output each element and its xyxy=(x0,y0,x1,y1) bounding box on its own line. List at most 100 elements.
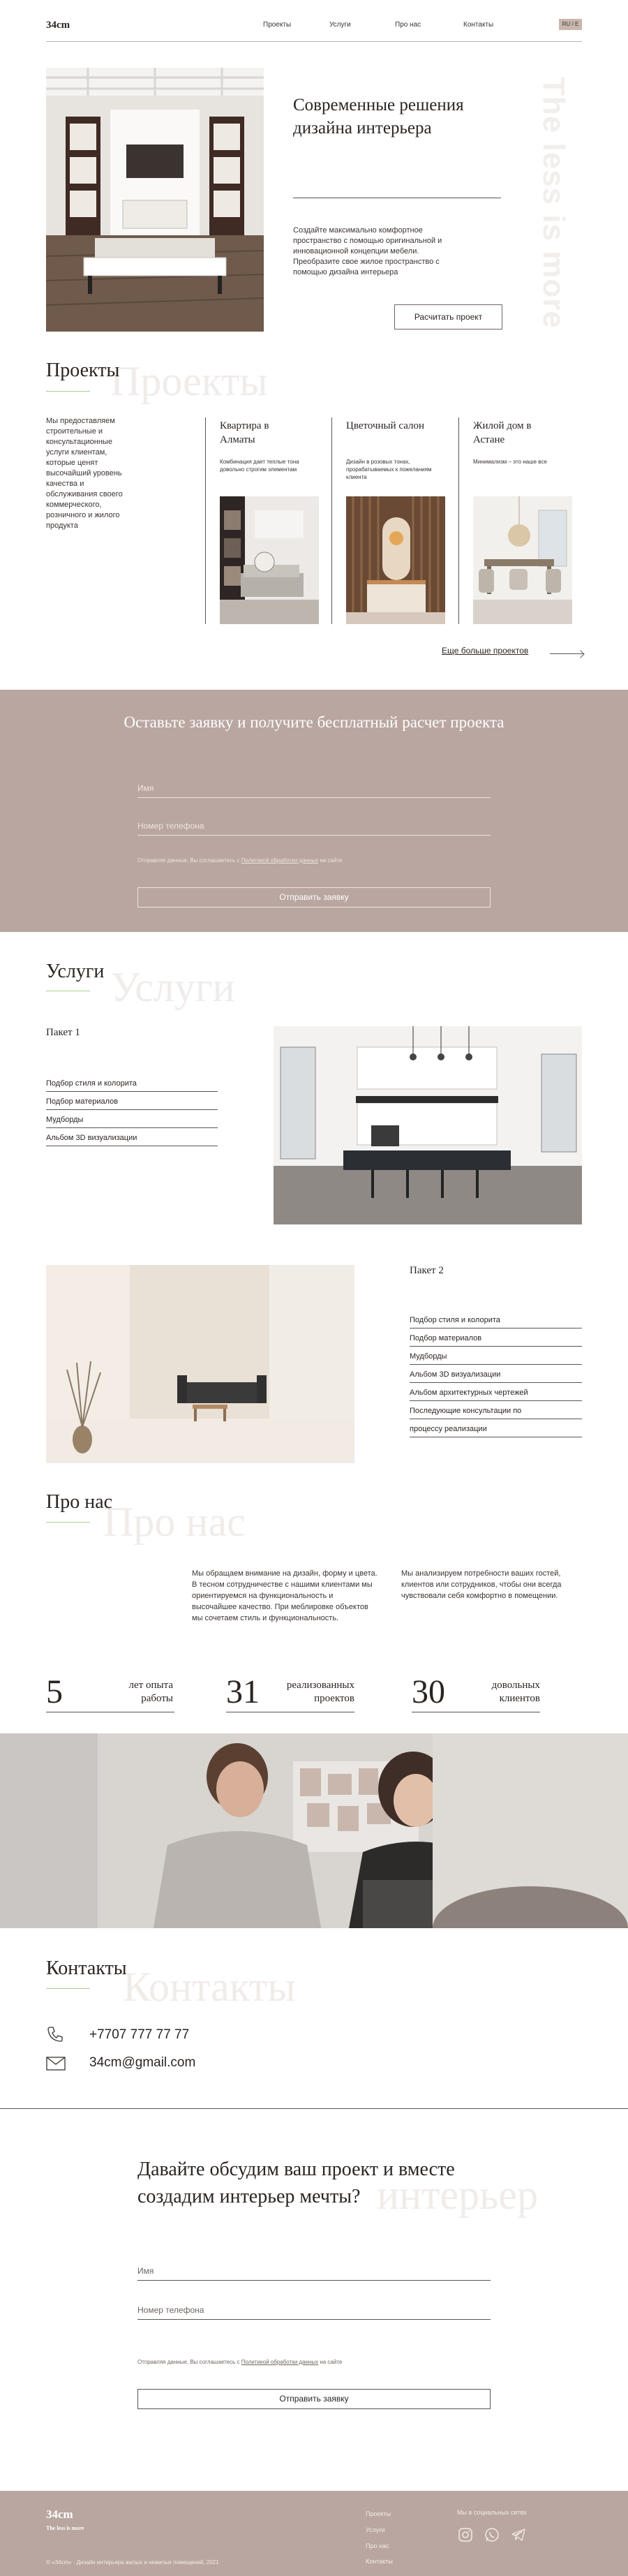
title-underline xyxy=(46,1522,90,1523)
stat-label-line: работы xyxy=(141,1693,173,1704)
site-header: 34cm Проекты Услуги Про нас Контакты RU … xyxy=(46,14,582,42)
project-card[interactable]: Цветочный салон Дизайн в розовых тонах, … xyxy=(331,417,447,624)
service-item: Альбом архитектурных чертежей xyxy=(410,1389,582,1401)
mail-icon xyxy=(46,2056,66,2071)
service-item: Мудборды xyxy=(46,1116,218,1128)
project-name[interactable]: Квартира в Алматы xyxy=(220,419,304,447)
phone-number[interactable]: +7707 777 77 77 xyxy=(89,2027,189,2043)
project-card[interactable]: Квартира в Алматы Комбинация дает теплые… xyxy=(205,417,320,624)
stat-label: довольных клиентов xyxy=(458,1679,540,1705)
email-address[interactable]: 34cm@gmail.com xyxy=(89,2055,195,2071)
contacts-title: Контакты xyxy=(46,1957,127,1979)
project-image[interactable] xyxy=(220,496,319,624)
project-image[interactable] xyxy=(473,496,572,624)
service-item: Подбор стиля и колорита xyxy=(46,1079,218,1092)
phone-input[interactable]: Номер телефона xyxy=(137,821,491,836)
consent-text: Отправляя данные, Вы соглашаетесь с Поли… xyxy=(137,857,342,864)
about-ghost-title: Про нас xyxy=(103,1499,246,1545)
service-item: Альбом 3D визуализации xyxy=(46,1134,218,1146)
services-title: Услуги xyxy=(46,961,105,982)
footer-link-services[interactable]: Услуги xyxy=(366,2526,385,2533)
name-input[interactable]: Имя xyxy=(137,2266,491,2281)
projects-ghost-title: Проекты xyxy=(110,358,268,404)
project-description: Комбинация дает теплые тона довольно стр… xyxy=(220,459,299,473)
stat-label-line: клиентов xyxy=(499,1693,540,1704)
instagram-icon[interactable] xyxy=(457,2526,474,2543)
contacts-ghost-title: Контакты xyxy=(123,1964,296,2010)
stat-label-line: проектов xyxy=(314,1693,354,1704)
language-switch[interactable]: RU / E xyxy=(559,19,582,30)
stat-label-line: реализованных xyxy=(286,1680,354,1691)
request-section: Оставьте заявку и получите бесплатный ра… xyxy=(0,690,628,932)
stat-number: 5 xyxy=(46,1673,63,1710)
stat-label: реализованных проектов xyxy=(272,1679,354,1705)
package-1-title: Пакет 1 xyxy=(46,1027,80,1038)
nav-link-contacts[interactable]: Контакты xyxy=(463,21,493,29)
footer-link-contacts[interactable]: Контакты xyxy=(366,2558,393,2565)
vertical-slogan: The less is more xyxy=(537,77,571,329)
service-item: Последующие консультации по xyxy=(410,1407,582,1419)
calculate-project-button[interactable]: Расчитать проект xyxy=(394,304,502,330)
title-underline xyxy=(46,1988,90,1989)
project-card[interactable]: Жилой дом в Астане Минимализм – это наше… xyxy=(458,417,583,624)
arrow-right-icon[interactable] xyxy=(550,653,583,654)
hero-title: Современные решения дизайна интерьера xyxy=(293,96,464,138)
nav-link-services[interactable]: Услуги xyxy=(329,21,351,29)
footer-logo[interactable]: 34cm xyxy=(46,2508,73,2522)
privacy-policy-link[interactable]: Политикой обработки данных xyxy=(241,2359,318,2365)
kitchen-image xyxy=(274,1026,582,1224)
consent-suffix: на сайте xyxy=(318,2359,343,2365)
nav-link-projects[interactable]: Проекты xyxy=(263,21,291,29)
project-name[interactable]: Жилой дом в Астане xyxy=(473,419,557,447)
nav-link-about[interactable]: Про нас xyxy=(395,21,421,29)
consent-text: Отправляя данные, Вы соглашаетесь с Поли… xyxy=(137,2359,342,2365)
about-title: Про нас xyxy=(46,1491,113,1513)
projects-title: Проекты xyxy=(46,360,120,381)
service-item: процессу реализации xyxy=(410,1425,582,1437)
service-item: Мудборды xyxy=(410,1352,582,1365)
consent-suffix: на сайте xyxy=(318,857,343,864)
submit-request-button[interactable]: Отправить заявку xyxy=(137,2389,491,2409)
more-projects-link[interactable]: Еще больше проектов xyxy=(442,646,528,656)
hero-text: Создайте максимально комфортное простран… xyxy=(293,226,442,276)
stat-number: 31 xyxy=(226,1673,260,1710)
whatsapp-icon[interactable] xyxy=(484,2526,500,2543)
phone-icon xyxy=(46,2025,64,2043)
stat-label-line: лет опыта xyxy=(128,1680,173,1691)
living-room-image xyxy=(46,1265,354,1463)
about-text-2: Мы анализируем потребности ваших гостей,… xyxy=(401,1569,562,1600)
project-image[interactable] xyxy=(346,496,445,624)
team-photo xyxy=(0,1733,628,1928)
telegram-icon[interactable] xyxy=(510,2526,527,2543)
about-text-1: Мы обращаем внимание на дизайн, форму и … xyxy=(192,1569,377,1622)
submit-request-button[interactable]: Отправить заявку xyxy=(137,887,491,908)
projects-intro: Мы предоставляем строительные и консульт… xyxy=(46,417,123,530)
stat-label-line: довольных xyxy=(491,1680,540,1691)
service-item: Подбор материалов xyxy=(410,1334,582,1347)
stat-label: лет опыта работы xyxy=(91,1679,173,1705)
services-ghost-title: Услуги xyxy=(110,964,235,1010)
logo[interactable]: 34cm xyxy=(46,20,70,31)
discuss-title: Давайте обсудим ваш проект и вместе созд… xyxy=(137,2159,455,2207)
project-description: Дизайн в розовых тонах, прорабатываемых … xyxy=(346,459,432,480)
copyright: © «34cm» - Дизайн интерьера жилых и нежи… xyxy=(46,2559,219,2566)
service-item: Альбом 3D визуализации xyxy=(410,1370,582,1383)
stat-number: 30 xyxy=(412,1673,445,1710)
site-footer: 34cm The less is more © «34cm» - Дизайн … xyxy=(0,2491,628,2576)
footer-link-projects[interactable]: Проекты xyxy=(366,2510,391,2517)
request-title: Оставьте заявку и получите бесплатный ра… xyxy=(124,713,504,731)
social-title: Мы в социальных сетях xyxy=(457,2509,527,2516)
service-item: Подбор материалов xyxy=(46,1097,218,1110)
consent-prefix: Отправляя данные, Вы соглашаетесь с xyxy=(137,857,241,864)
footer-link-about[interactable]: Про нас xyxy=(366,2542,389,2549)
name-input[interactable]: Имя xyxy=(137,783,491,798)
privacy-policy-link[interactable]: Политикой обработки данных xyxy=(241,857,318,864)
hero-image xyxy=(46,68,264,332)
footer-slogan: The less is more xyxy=(46,2525,84,2531)
title-underline xyxy=(46,391,90,392)
project-name[interactable]: Цветочный салон xyxy=(346,419,430,433)
divider xyxy=(0,2108,628,2109)
package-2-title: Пакет 2 xyxy=(410,1265,444,1276)
phone-input[interactable]: Номер телефона xyxy=(137,2305,491,2320)
service-item: Подбор стиля и колорита xyxy=(410,1316,582,1328)
